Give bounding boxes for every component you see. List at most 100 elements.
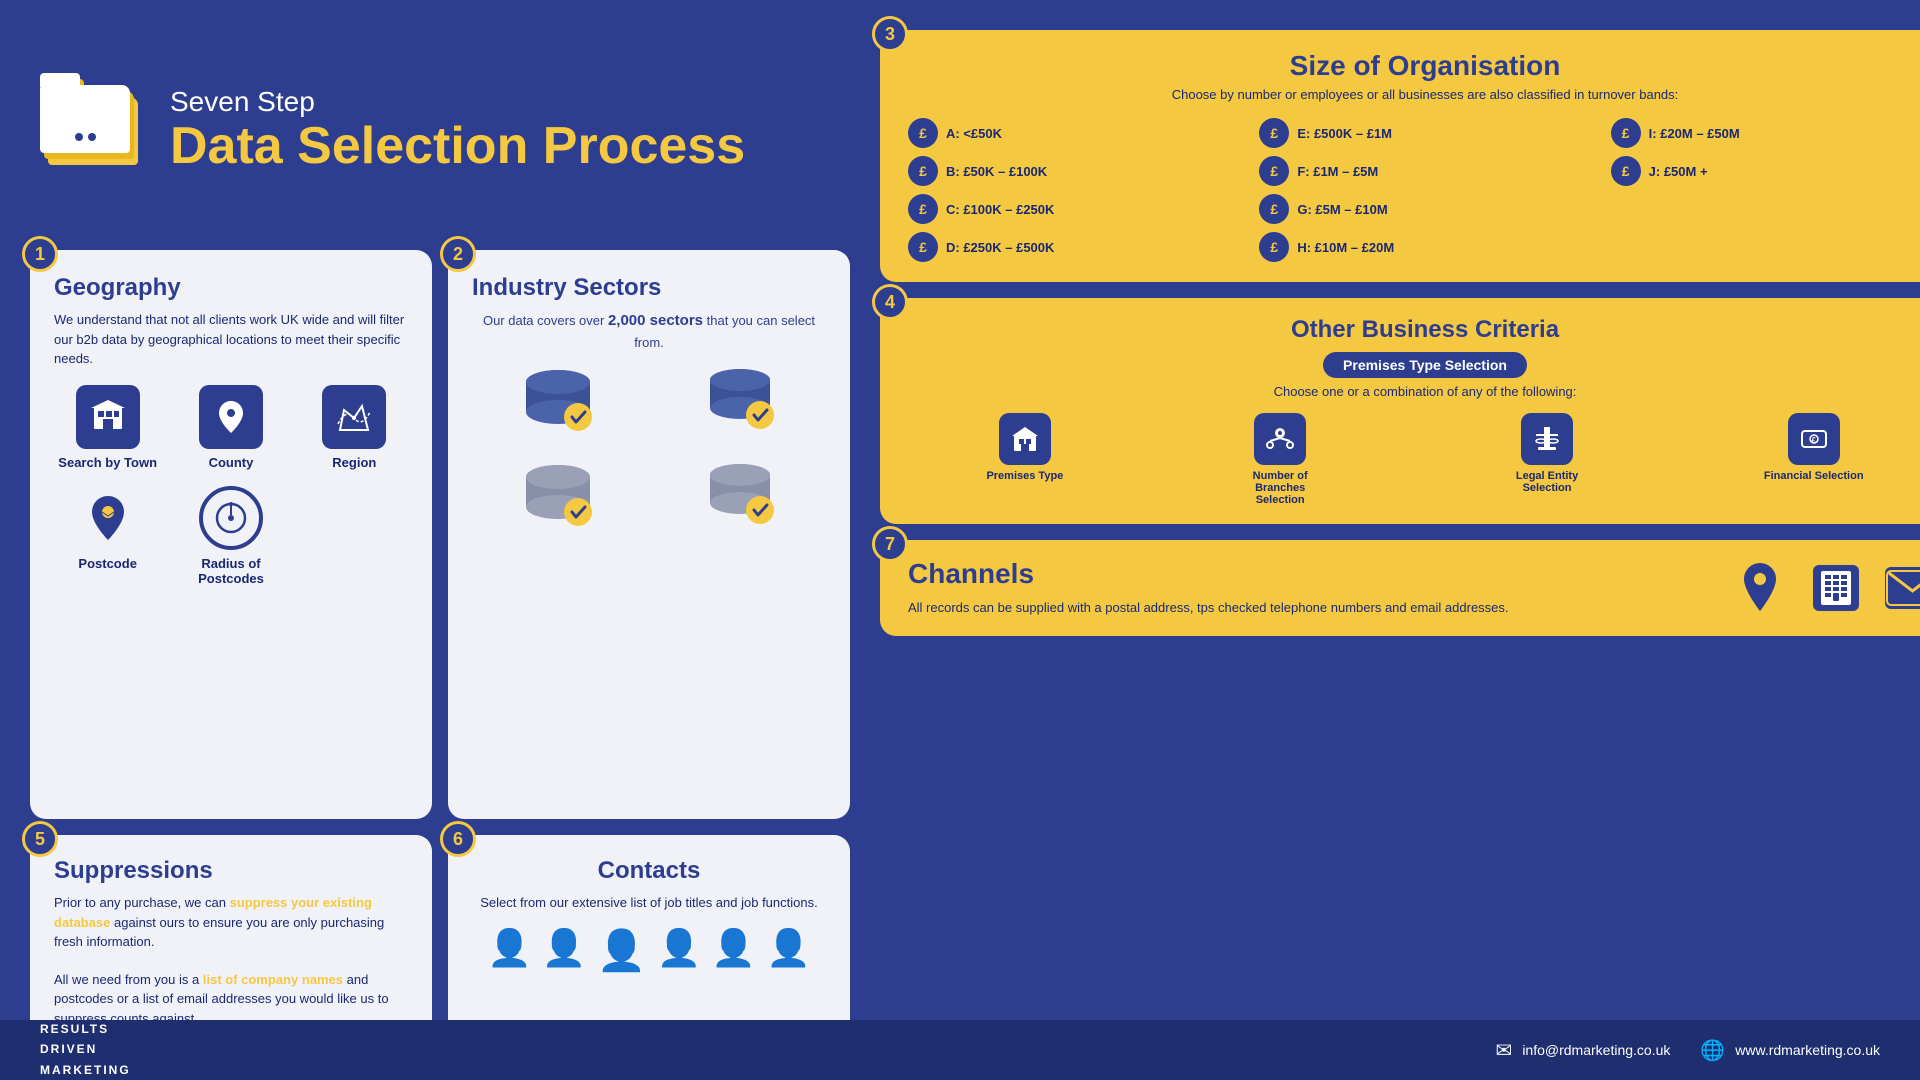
header-icon [40,75,150,185]
step3-card: 3 Size of Organisation Choose by number … [880,30,1920,282]
telephone-icon [1806,558,1866,618]
db-icons-grid [472,362,826,542]
website-contact: 🌐 www.rdmarketing.co.uk [1700,1038,1880,1063]
company-names-link[interactable]: list of company names [203,972,343,987]
step5-title: Suppressions [54,857,408,885]
size-item-d: £ D: £250K – £500K [908,232,1239,262]
biz-branches: Number of Branches Selection [1230,413,1330,506]
size-item-c: £ C: £100K – £250K [908,194,1239,224]
step2-title: Industry Sectors [472,274,826,302]
premises-type-icon [999,413,1051,465]
premises-badge: Premises Type Selection [1323,352,1527,378]
step2-badge: 2 [440,236,476,272]
db-icon-3 [472,457,644,542]
legal-entity-label: Legal Entity Selection [1497,470,1597,494]
branches-icon [1254,413,1306,465]
step3-grid: £ A: <£50K £ E: £500K – £1M £ I: £20M – … [908,118,1920,262]
size-item-g: £ G: £5M – £10M [1259,194,1590,224]
step1-card: 1 Geography We understand that not all c… [30,250,432,819]
branches-label: Number of Branches Selection [1230,470,1330,506]
step7-badge: 7 [872,526,908,562]
size-item-f: £ F: £1M – £5M [1259,156,1590,186]
step1-title: Geography [54,274,408,302]
step6-card: 6 Contacts Select from our extensive lis… [448,835,850,1050]
channels-title: Channels [908,558,1700,590]
step4-card: 4 Other Business Criteria Premises Type … [880,298,1920,524]
bottom-left-panel: 1 Geography We understand that not all c… [30,250,850,1050]
size-item-j: £ J: £50M + [1611,156,1920,186]
person-icon-2: 👤 [542,927,587,974]
pound-icon-d: £ [908,232,938,262]
pound-icon-e: £ [1259,118,1289,148]
geo-county-label: County [209,455,254,470]
size-item-placeholder2 [1611,232,1920,262]
size-label-d: D: £250K – £500K [946,240,1054,255]
right-panel: 3 Size of Organisation Choose by number … [870,30,1920,1050]
brand-line3: MARKETING [40,1061,131,1080]
db-icon-1 [472,362,644,447]
pound-icon-f: £ [1259,156,1289,186]
pound-icon-h: £ [1259,232,1289,262]
size-item-b: £ B: £50K – £100K [908,156,1239,186]
header: Seven Step Data Selection Process [30,30,850,230]
person-icon-4: 👤 [711,927,756,974]
size-label-e: E: £500K – £1M [1297,126,1392,141]
step5-badge: 5 [22,821,58,857]
step7-card: 7 Channels All records can be supplied w… [880,540,1920,636]
pound-icon-c: £ [908,194,938,224]
county-icon [199,385,263,449]
geo-icons-grid: Search by Town County [54,385,408,586]
location-pin-icon [1730,558,1790,618]
footer: RESULTS DRIVEN MARKETING ✉ info@rdmarket… [0,1020,1920,1080]
premises-type-label: Premises Type [986,470,1063,482]
search-town-icon [76,385,140,449]
size-label-j: J: £50M + [1649,164,1708,179]
channels-text: All records can be supplied with a posta… [908,598,1700,618]
db-icon-2 [654,362,826,447]
geo-radius-label: Radius of Postcodes [177,556,284,586]
size-item-i: £ I: £20M – £50M [1611,118,1920,148]
person-icon-3: 👤 [656,927,701,974]
step4-subtitle: Choose one or a combination of any of th… [908,384,1920,399]
email-footer-icon: ✉ [1496,1038,1513,1063]
pound-icon-i: £ [1611,118,1641,148]
business-icons-row: Premises Type [908,413,1920,506]
step1-badge: 1 [22,236,58,272]
svg-text:£: £ [1811,436,1816,445]
contacts-icons-row: 👤 👤 👤 👤 👤 👤 [472,927,826,974]
size-label-i: I: £20M – £50M [1649,126,1740,141]
footer-contact: ✉ info@rdmarketing.co.uk 🌐 www.rdmarketi… [1496,1038,1880,1063]
size-item-a: £ A: <£50K [908,118,1239,148]
footer-email: info@rdmarketing.co.uk [1522,1042,1670,1058]
step3-badge: 3 [872,16,908,52]
db-icon-4 [654,457,826,542]
header-title: Data Selection Process [170,118,745,175]
size-label-f: F: £1M – £5M [1297,164,1378,179]
pound-icon-g: £ [1259,194,1289,224]
geo-search-town-label: Search by Town [58,455,157,470]
step4-badge: 4 [872,284,908,320]
geo-search-town: Search by Town [54,385,161,470]
size-label-g: G: £5M – £10M [1297,202,1387,217]
geo-postcode: Postcode [54,486,161,586]
size-label-c: C: £100K – £250K [946,202,1054,217]
email-icon [1882,558,1920,618]
channels-left: Channels All records can be supplied wit… [908,558,1700,618]
header-subtitle: Seven Step [170,85,745,119]
region-icon [322,385,386,449]
geo-radius: Radius of Postcodes [177,486,284,586]
person-icon-1: 👤 [487,927,532,974]
biz-premises-type: Premises Type [986,413,1063,482]
geo-county: County [177,385,284,470]
pound-icon-a: £ [908,118,938,148]
globe-icon: 🌐 [1700,1038,1725,1063]
person-icon-5: 👤 [766,927,811,974]
header-text: Seven Step Data Selection Process [170,85,745,176]
brand-line1: RESULTS [40,1020,109,1039]
geo-region: Region [301,385,408,470]
suppress-highlight: suppress your existing database [54,895,372,930]
step2-card: 2 Industry Sectors Our data covers over … [448,250,850,819]
pound-icon-j: £ [1611,156,1641,186]
step1-body: We understand that not all clients work … [54,310,408,369]
size-label-a: A: <£50K [946,126,1002,141]
